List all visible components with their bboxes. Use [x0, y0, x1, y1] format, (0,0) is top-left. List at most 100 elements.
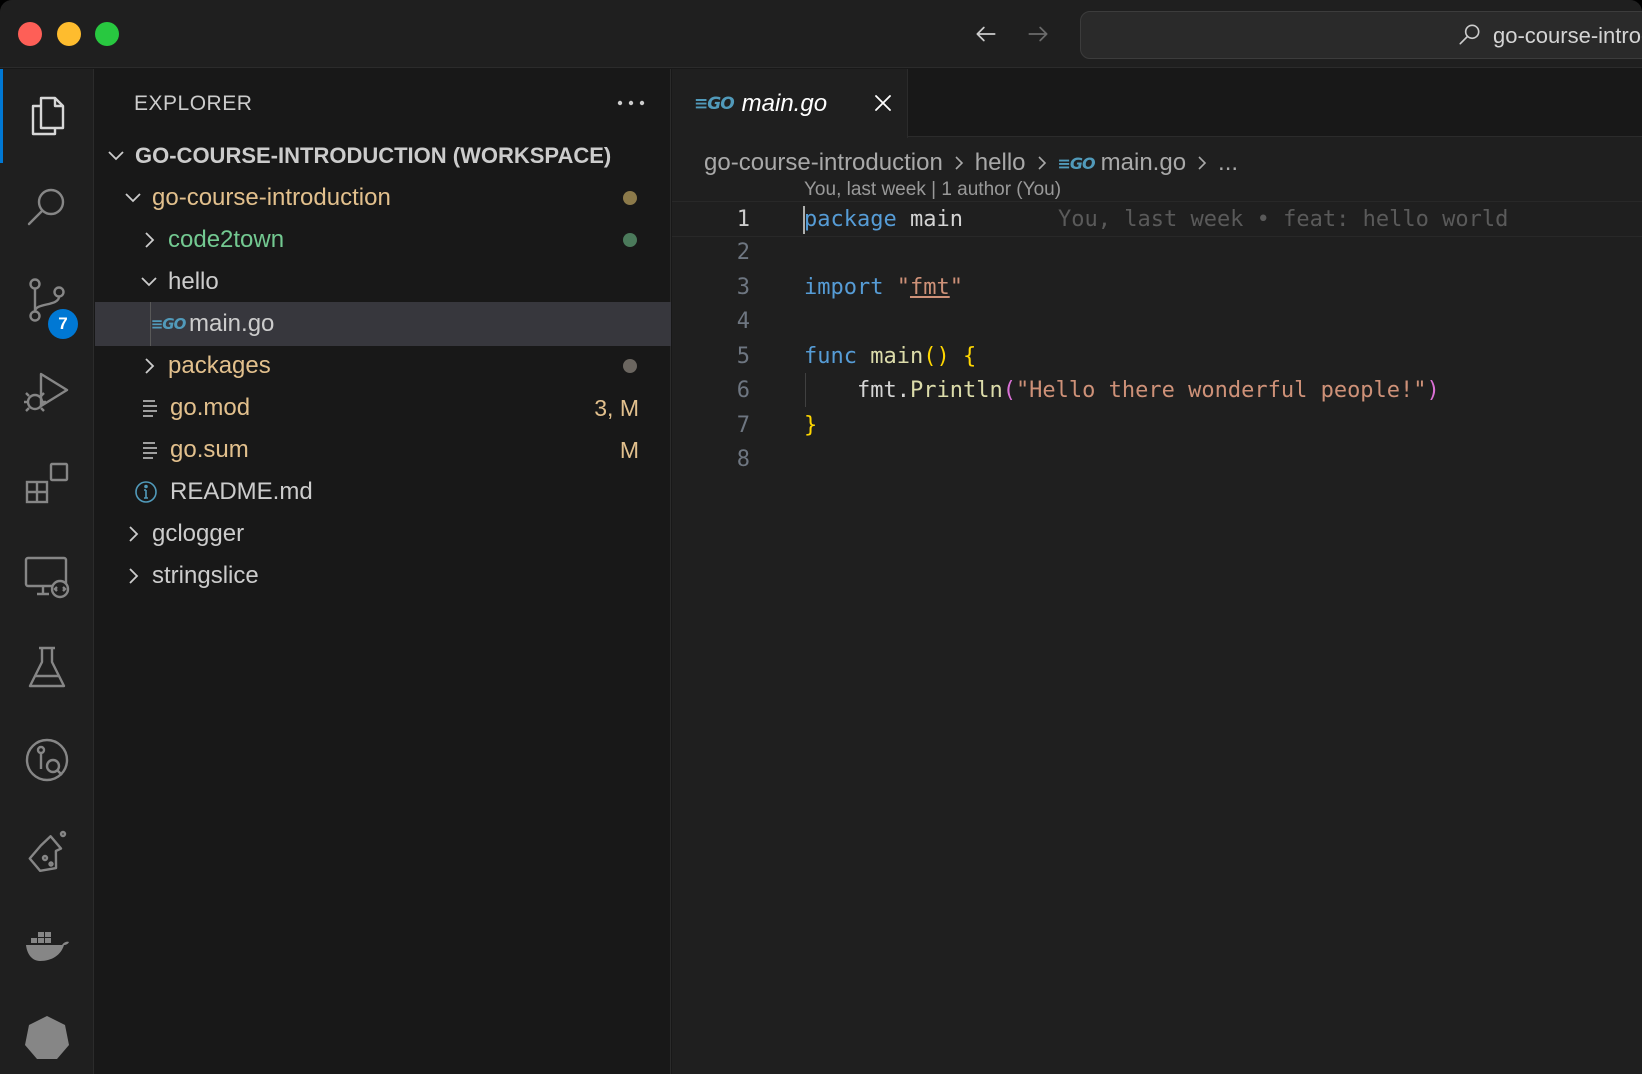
tree-item-label: hello — [168, 268, 219, 295]
activity-source-control[interactable]: 7 — [0, 253, 94, 347]
go-file-icon: ≡GO — [150, 315, 187, 333]
activity-run-debug[interactable] — [0, 345, 94, 439]
tree-item-label: stringslice — [152, 562, 259, 589]
git-status: M — [619, 436, 639, 463]
line-number: 2 — [736, 240, 750, 265]
activity-explorer[interactable] — [0, 69, 94, 163]
line-number: 6 — [736, 378, 750, 403]
go-back-button[interactable] — [968, 16, 1004, 52]
breadcrumb-item[interactable]: ... — [1218, 149, 1238, 177]
chevron-right-icon — [145, 232, 155, 248]
line-content: import "fmt" — [804, 275, 963, 300]
tree-item-label: go.sum — [170, 436, 249, 463]
breadcrumb-item[interactable]: hello — [975, 149, 1026, 177]
activity-search[interactable] — [0, 161, 94, 255]
tree-item-label: main.go — [189, 310, 275, 337]
code-line[interactable]: 8 — [672, 442, 1642, 478]
lines-file-icon — [143, 442, 157, 459]
beaker-icon — [28, 646, 66, 688]
title-bar: go-course-introduction — [0, 0, 1642, 68]
tree-item-label: go-course-introduction — [152, 184, 391, 211]
explorer-sidebar: EXPLORER GO-COURSE-INTRODUCTION (WORKSPA… — [95, 69, 671, 1074]
tree-item-go-sum[interactable]: go.sum M — [95, 428, 671, 472]
line-content: func main() { — [804, 344, 977, 369]
chevron-down-icon — [108, 151, 124, 161]
tree-item-go-course-introduction[interactable]: go-course-introduction — [95, 176, 671, 220]
blame-codelens[interactable]: You, last week | 1 author (You) — [804, 179, 1061, 201]
chevron-right-icon — [1198, 156, 1207, 170]
extensions-icon — [25, 462, 69, 504]
go-forward-button[interactable] — [1020, 16, 1056, 52]
activity-test-explorer[interactable] — [0, 805, 94, 899]
activity-testing[interactable] — [0, 621, 94, 715]
line-number: 3 — [736, 275, 750, 300]
vscode-window: go-course-introduction 7 — [0, 0, 1642, 1074]
inline-blame: You, last week • feat: hello world — [1058, 207, 1509, 232]
arrow-left-icon — [976, 26, 996, 42]
zoom-window-button[interactable] — [95, 22, 119, 46]
tree-item-main-go[interactable]: ≡GO main.go — [95, 302, 671, 346]
chevron-right-icon — [1037, 156, 1046, 170]
tree-item-label: README.md — [170, 478, 313, 505]
lines-file-icon — [143, 400, 157, 417]
kubernetes-icon — [25, 1016, 69, 1059]
code-line[interactable]: 6 fmt.Println("Hello there wonderful peo… — [672, 373, 1642, 409]
indent-guide — [150, 302, 151, 346]
breadcrumb-item[interactable]: main.go — [1101, 149, 1186, 177]
chevron-down-icon — [125, 193, 141, 203]
code-line[interactable]: 2 — [672, 235, 1642, 271]
modified-dot — [623, 359, 637, 373]
tab-label: main.go — [741, 89, 828, 117]
code-line[interactable]: 7 } — [672, 408, 1642, 444]
files-icon — [31, 96, 65, 136]
activity-remote-explorer[interactable] — [0, 529, 94, 623]
activity-git-graph[interactable] — [0, 713, 94, 807]
tree-item-packages[interactable]: packages — [95, 344, 671, 388]
minimize-window-button[interactable] — [57, 22, 81, 46]
code-line[interactable]: 3 import "fmt" — [672, 270, 1642, 306]
source-control-badge: 7 — [48, 309, 78, 339]
tree-item-gclogger[interactable]: gclogger — [95, 512, 671, 556]
chevron-right-icon — [955, 156, 963, 170]
close-window-button[interactable] — [18, 22, 42, 46]
tree-item-hello[interactable]: hello — [95, 260, 671, 304]
editor-area: ≡GO main.go go-course-introduction hello… — [672, 69, 1642, 1074]
activity-kubernetes[interactable] — [0, 989, 94, 1074]
command-center-text: go-course-introduction — [1493, 23, 1642, 48]
tree-item-label: packages — [168, 352, 271, 379]
tree-item-stringslice[interactable]: stringslice — [95, 554, 671, 598]
chevron-down-icon — [141, 277, 157, 287]
code-line[interactable]: 1 package main You, last week • feat: he… — [672, 201, 1642, 237]
remote-explorer-icon — [24, 556, 70, 599]
line-number: 1 — [736, 207, 750, 232]
activity-docker[interactable] — [0, 897, 94, 991]
close-icon[interactable] — [871, 91, 895, 115]
command-center-search[interactable]: go-course-introduction — [1080, 11, 1642, 59]
breadcrumb-item[interactable]: go-course-introduction — [704, 149, 943, 177]
workspace-root[interactable]: GO-COURSE-INTRODUCTION (WORKSPACE) — [95, 134, 671, 178]
tree-item-readme[interactable]: README.md — [95, 470, 671, 514]
workspace-label: GO-COURSE-INTRODUCTION (WORKSPACE) — [135, 143, 612, 168]
search-icon — [27, 188, 65, 226]
activity-extensions[interactable] — [0, 437, 94, 531]
tree-item-code2town[interactable]: code2town — [95, 218, 671, 262]
code-line[interactable]: 4 — [672, 304, 1642, 340]
tree-item-label: go.mod — [170, 394, 251, 421]
editor-tabs: ≡GO main.go — [672, 69, 1642, 138]
flask-icon — [28, 830, 67, 872]
explorer-header: EXPLORER — [95, 69, 671, 137]
git-status: 3, M — [594, 394, 639, 421]
chevron-right-icon — [145, 358, 155, 374]
go-file-icon: ≡GO — [1057, 153, 1096, 173]
modified-dot — [623, 191, 637, 205]
line-content: } — [804, 413, 818, 438]
explorer-title: EXPLORER — [134, 92, 253, 115]
line-content: fmt.Println("Hello there wonderful peopl… — [804, 378, 1440, 403]
line-content: package main — [804, 207, 963, 232]
untracked-dot — [623, 233, 637, 247]
tree-item-go-mod[interactable]: go.mod 3, M — [95, 386, 671, 430]
explorer-more-actions-button[interactable] — [613, 89, 649, 117]
tab-main-go[interactable]: ≡GO main.go — [672, 69, 908, 138]
code-line[interactable]: 5 func main() { — [672, 339, 1642, 375]
line-number: 7 — [736, 413, 750, 438]
